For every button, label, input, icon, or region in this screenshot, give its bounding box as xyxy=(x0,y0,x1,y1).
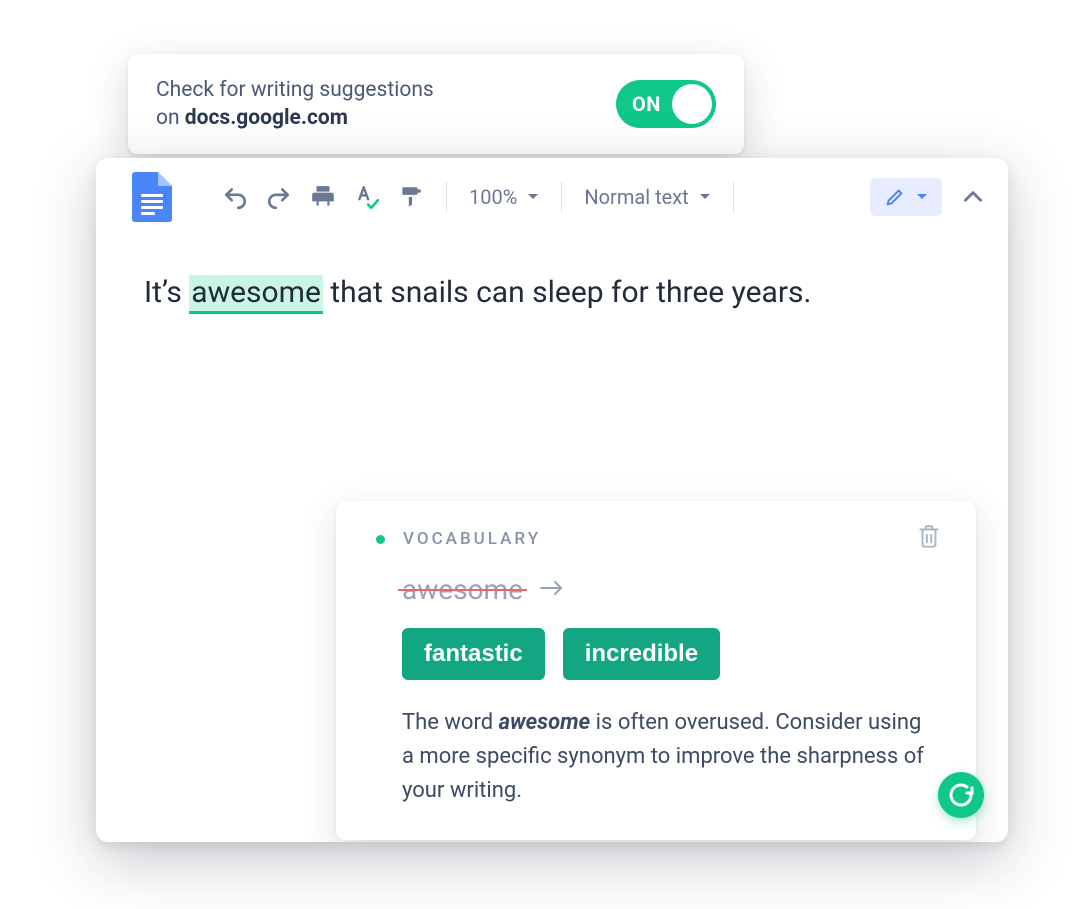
toolbar-separator xyxy=(446,182,447,212)
extension-line2-prefix: on xyxy=(156,106,185,130)
original-word: awesome xyxy=(402,573,523,606)
toolbar-separator xyxy=(733,182,734,212)
suggestion-explanation: The word awesome is often overused. Cons… xyxy=(402,706,936,808)
suggestion-buttons: fantastic incredible xyxy=(402,628,936,680)
document-content[interactable]: It’s awesome that snails can sleep for t… xyxy=(96,236,1008,314)
suggestion-header: VOCABULARY xyxy=(376,529,936,549)
replacement-button-1[interactable]: fantastic xyxy=(402,628,545,680)
arrow-right-icon xyxy=(539,579,565,601)
text-after: that snails can sleep for three years. xyxy=(323,275,812,310)
toolbar: 100% Normal text xyxy=(96,158,1008,236)
toggle-knob xyxy=(672,84,712,124)
spellcheck-icon[interactable] xyxy=(354,184,380,210)
print-icon[interactable] xyxy=(310,184,336,210)
highlighted-word[interactable]: awesome xyxy=(189,275,323,314)
document-sentence: It’s awesome that snails can sleep for t… xyxy=(144,272,960,314)
docs-editor-window: 100% Normal text It’s awesome that snail… xyxy=(96,158,1008,842)
text-before: It’s xyxy=(144,275,189,310)
extension-text: Check for writing suggestions on docs.go… xyxy=(156,76,434,133)
grammarly-badge[interactable] xyxy=(938,772,984,818)
redo-icon[interactable] xyxy=(266,184,292,210)
zoom-dropdown[interactable]: 100% xyxy=(469,185,539,209)
toolbar-history-group xyxy=(222,184,424,210)
toggle-label: ON xyxy=(632,92,661,116)
suggestion-card: VOCABULARY awesome fantastic incredible … xyxy=(336,501,976,840)
explanation-word: awesome xyxy=(499,710,591,735)
editing-mode-button[interactable] xyxy=(870,178,942,216)
toggle-suggestions[interactable]: ON xyxy=(616,80,716,128)
suggestion-replace-row: awesome xyxy=(402,573,936,606)
extension-popup: Check for writing suggestions on docs.go… xyxy=(128,54,744,154)
explanation-pre: The word xyxy=(402,710,499,735)
zoom-value: 100% xyxy=(469,185,517,209)
text-style-dropdown[interactable]: Normal text xyxy=(584,185,710,209)
replacement-button-2[interactable]: incredible xyxy=(563,628,720,680)
suggestion-dot-icon xyxy=(376,535,385,544)
extension-line1: Check for writing suggestions xyxy=(156,78,434,102)
undo-icon[interactable] xyxy=(222,184,248,210)
paint-format-icon[interactable] xyxy=(398,184,424,210)
suggestion-category: VOCABULARY xyxy=(403,529,541,549)
google-docs-icon[interactable] xyxy=(132,172,172,222)
dismiss-suggestion-button[interactable] xyxy=(916,523,942,555)
text-style-value: Normal text xyxy=(584,185,688,209)
collapse-icon[interactable] xyxy=(960,184,986,210)
toolbar-separator xyxy=(561,182,562,212)
extension-domain: docs.google.com xyxy=(185,106,348,130)
